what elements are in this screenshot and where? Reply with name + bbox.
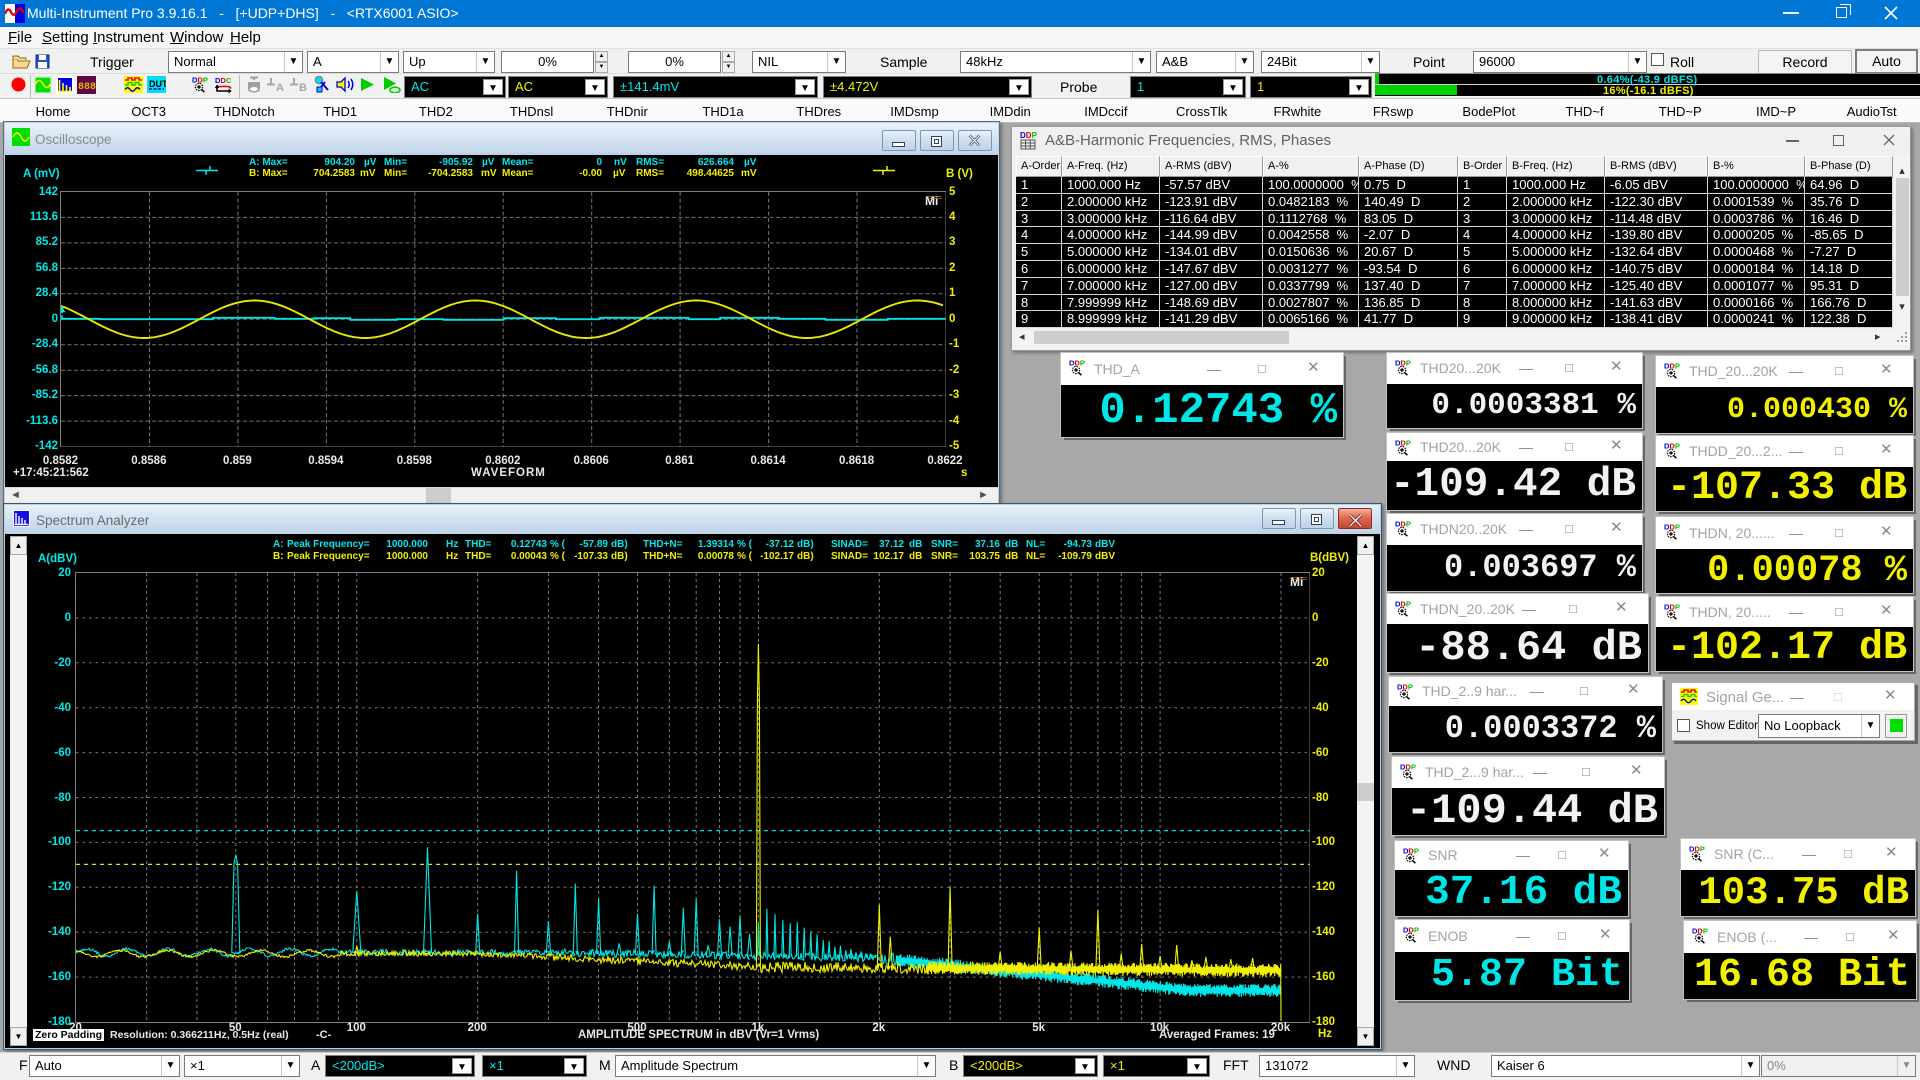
svg-text:DDP: DDP xyxy=(1069,359,1085,368)
svg-text:DDP: DDP xyxy=(1395,520,1411,529)
svg-text:DDP: DDP xyxy=(1689,845,1705,854)
svg-text:DDP: DDP xyxy=(192,76,208,85)
svg-text:DDP: DDP xyxy=(1664,523,1680,532)
svg-text:DDP: DDP xyxy=(1395,359,1411,368)
svg-text:DUT: DUT xyxy=(149,79,166,89)
svg-text:DDP: DDP xyxy=(1403,847,1419,856)
svg-text:A: A xyxy=(276,82,284,93)
svg-text:DDP: DDP xyxy=(1664,442,1680,451)
svg-text:DDC: DDC xyxy=(215,76,232,85)
svg-text:DDP: DDP xyxy=(1020,131,1038,140)
svg-text:DDP: DDP xyxy=(1664,603,1680,612)
svg-text:B: B xyxy=(299,82,307,93)
svg-text:DDP: DDP xyxy=(1664,362,1680,371)
svg-text:DDP: DDP xyxy=(1395,439,1411,448)
svg-text:DDP: DDP xyxy=(1692,927,1708,936)
svg-text:DDP: DDP xyxy=(1400,763,1416,772)
svg-text:888: 888 xyxy=(78,82,96,93)
svg-text:DDP: DDP xyxy=(1397,683,1413,692)
svg-text:DDP: DDP xyxy=(1403,926,1419,935)
svg-text:DDP: DDP xyxy=(1395,600,1411,609)
